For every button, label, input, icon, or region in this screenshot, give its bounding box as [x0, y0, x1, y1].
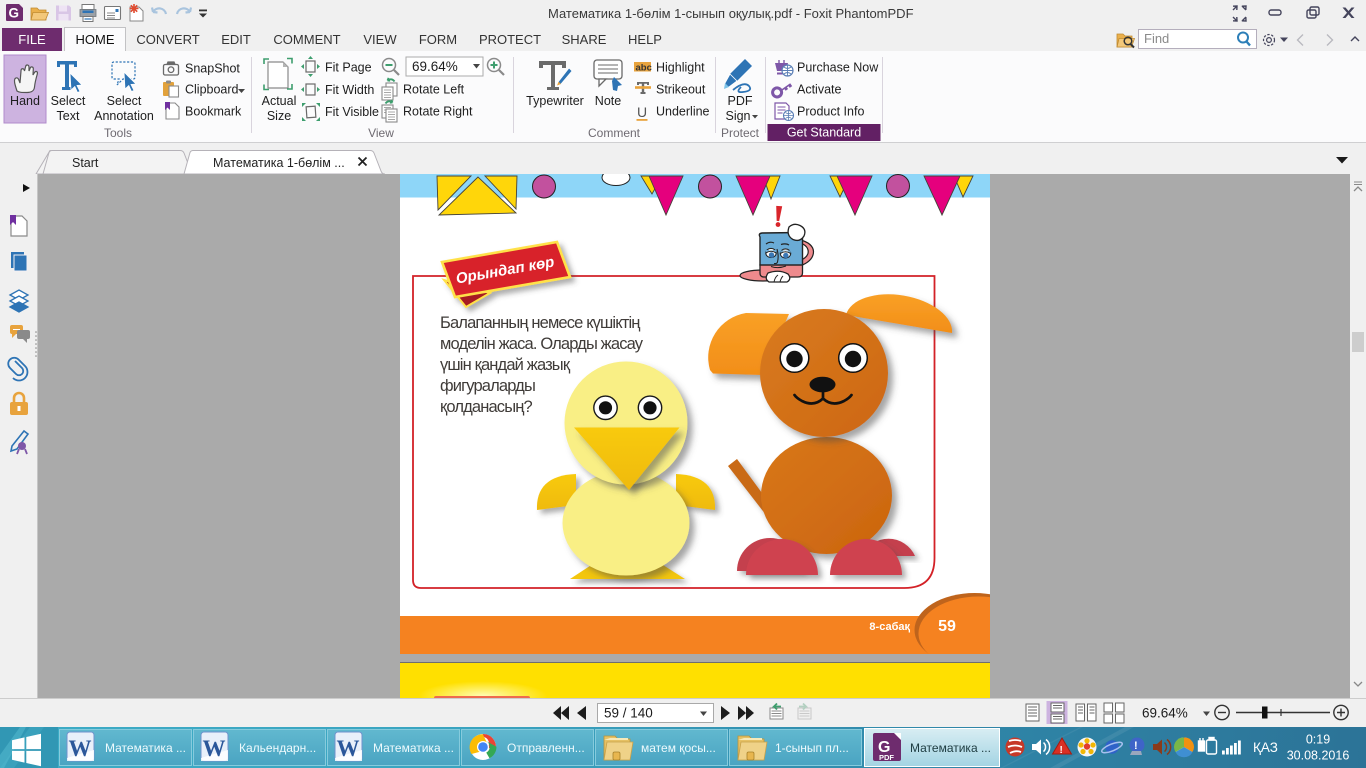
svg-text:U: U	[637, 104, 647, 120]
svg-text:69.64%: 69.64%	[412, 59, 458, 74]
svg-text:!: !	[1060, 745, 1063, 756]
svg-text:Protect: Protect	[721, 126, 760, 140]
svg-text:W: W	[69, 736, 92, 761]
svg-text:Sign: Sign	[725, 109, 750, 123]
svg-text:69.64%: 69.64%	[1142, 706, 1188, 721]
svg-text:фигураларды: фигураларды	[440, 377, 535, 395]
svg-text:үшін қандай жазық: үшін қандай жазық	[440, 356, 571, 374]
svg-text:ҚАЗ: ҚАЗ	[1253, 740, 1278, 755]
svg-text:Highlight: Highlight	[656, 61, 705, 75]
svg-text:Rotate Right: Rotate Right	[403, 105, 473, 119]
svg-text:қолданасың?: қолданасың?	[440, 398, 532, 416]
svg-text:0:19: 0:19	[1306, 733, 1330, 747]
svg-text:Математика 1-бөлім ...: Математика 1-бөлім ...	[213, 156, 345, 170]
svg-text:SnapShot: SnapShot	[185, 62, 240, 76]
svg-text:Математика ...: Математика ...	[105, 741, 186, 755]
svg-text:Rotate Left: Rotate Left	[403, 83, 465, 97]
svg-text:Note: Note	[595, 94, 621, 108]
svg-text:Underline: Underline	[656, 105, 710, 119]
svg-text:30.08.2016: 30.08.2016	[1287, 749, 1350, 763]
svg-text:Annotation: Annotation	[94, 109, 154, 123]
svg-text:Bookmark: Bookmark	[185, 105, 242, 119]
svg-text:матем қосы...: матем қосы...	[641, 741, 716, 755]
svg-text:Text: Text	[57, 109, 80, 123]
svg-text:Activate: Activate	[797, 83, 842, 97]
svg-text:59: 59	[938, 618, 956, 635]
svg-text:abc: abc	[636, 63, 652, 74]
svg-text:8-сабақ: 8-сабақ	[869, 621, 910, 633]
svg-text:Fit Width: Fit Width	[325, 83, 374, 97]
svg-text:Балапанның немесе күшіктің: Балапанның немесе күшіктің	[440, 314, 640, 332]
svg-text:Typewriter: Typewriter	[526, 94, 584, 108]
svg-text:Математика ...: Математика ...	[373, 741, 454, 755]
svg-text:Purchase Now: Purchase Now	[797, 61, 879, 75]
svg-text:Product Info: Product Info	[797, 105, 864, 119]
svg-text:59 / 140: 59 / 140	[604, 706, 653, 721]
svg-text:PDF: PDF	[728, 94, 753, 108]
svg-text:PDF: PDF	[879, 753, 894, 762]
svg-text:Select: Select	[107, 94, 142, 108]
svg-text:!: !	[1134, 740, 1138, 752]
svg-text:Get Standard: Get Standard	[787, 126, 861, 140]
svg-text:Actual: Actual	[262, 94, 297, 108]
svg-text:Clipboard: Clipboard	[185, 83, 239, 97]
svg-text:Select: Select	[51, 94, 86, 108]
svg-text:View: View	[368, 126, 394, 140]
svg-text:Математика ...: Математика ...	[910, 741, 991, 755]
svg-text:Fit Visible: Fit Visible	[325, 105, 379, 119]
svg-text:Start: Start	[72, 156, 99, 170]
svg-text:моделін жаса. Оларды жасау: моделін жаса. Оларды жасау	[440, 335, 644, 353]
svg-text:1-сынып пл...: 1-сынып пл...	[775, 741, 849, 755]
svg-text:Find: Find	[1144, 31, 1169, 46]
svg-text:Fit Page: Fit Page	[325, 61, 372, 75]
svg-text:Hand: Hand	[10, 94, 40, 108]
svg-text:Comment: Comment	[588, 126, 641, 140]
svg-text:Кальендарн...: Кальендарн...	[239, 741, 316, 755]
svg-text:Strikeout: Strikeout	[656, 83, 706, 97]
svg-text:Отправленн...: Отправленн...	[507, 741, 585, 755]
svg-text:Tools: Tools	[104, 126, 132, 140]
svg-text:G: G	[9, 6, 20, 21]
svg-text:Size: Size	[267, 109, 291, 123]
